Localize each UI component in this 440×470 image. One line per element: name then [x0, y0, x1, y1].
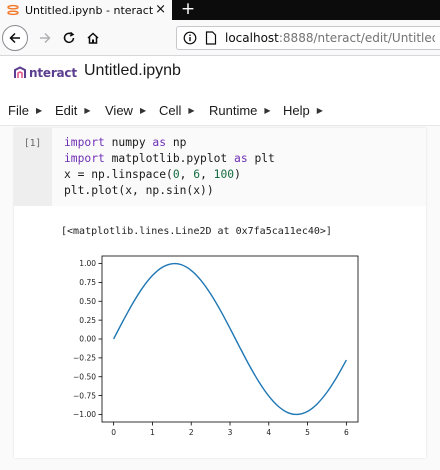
- code-keyword: as: [234, 152, 248, 165]
- jupyter-favicon-icon: [7, 4, 19, 16]
- y-tick-label: −0.50: [73, 372, 96, 381]
- code-line: import numpy as np: [64, 135, 275, 151]
- nteract-logo-icon: [14, 66, 26, 78]
- cell-prompt: [1]: [24, 138, 42, 149]
- code-token: matplotlib.pyplot: [104, 152, 235, 165]
- code-token: ,: [200, 168, 214, 181]
- y-tick-label: −0.25: [73, 354, 96, 363]
- code-line: x = np.linspace(0, 6, 100): [64, 167, 275, 183]
- nteract-logo[interactable]: nteract: [13, 66, 77, 80]
- forward-button[interactable]: [32, 25, 58, 51]
- code-token: x = np.linspace(: [64, 168, 173, 181]
- x-tick-label: 5: [305, 428, 310, 437]
- x-tick-label: 4: [266, 428, 271, 437]
- menu-edit[interactable]: Edit ▶: [55, 103, 91, 118]
- chevron-right-icon: ▶: [264, 106, 271, 115]
- forward-arrow-icon: [40, 32, 51, 44]
- menu-help[interactable]: Help ▶: [283, 103, 323, 118]
- code-token: numpy: [104, 136, 153, 149]
- code-token: np: [166, 136, 187, 149]
- url-bar[interactable]: localhost:8888/nteract/edit/Untitled.ipy…: [176, 26, 440, 50]
- y-tick-label: 0.50: [79, 297, 96, 306]
- new-tab-button[interactable]: +: [178, 0, 198, 20]
- chevron-right-icon: ▶: [316, 106, 323, 115]
- menu-view[interactable]: View ▶: [105, 103, 146, 118]
- code-line: plt.plot(x, np.sin(x)): [64, 183, 275, 199]
- menu-file[interactable]: File ▶: [8, 103, 42, 118]
- menu-cell[interactable]: Cell ▶: [159, 103, 195, 118]
- menu-runtime[interactable]: Runtime ▶: [209, 103, 271, 118]
- code-number: 100: [213, 168, 235, 181]
- x-tick-label: 2: [189, 428, 194, 437]
- back-button[interactable]: [2, 25, 28, 51]
- back-arrow-icon: [9, 32, 20, 44]
- logo-text: nteract: [29, 66, 77, 80]
- code-editor[interactable]: import numpy as np import matplotlib.pypl…: [64, 135, 275, 199]
- browser-tab[interactable]: Untitled.ipynb - nteract ×: [0, 0, 172, 20]
- code-token: ): [234, 168, 241, 181]
- reload-button[interactable]: [56, 25, 82, 51]
- y-tick-label: 0.00: [79, 335, 96, 344]
- y-tick-label: 0.25: [79, 316, 96, 325]
- chevron-right-icon: ▶: [84, 106, 91, 115]
- cell-output-text: [<matplotlib.lines.Line2D at 0x7fa5ca11e…: [61, 226, 332, 237]
- plot-frame: [101, 255, 359, 423]
- notebook-title[interactable]: Untitled.ipynb: [84, 62, 181, 80]
- browser-tab-bar: Untitled.ipynb - nteract × +: [0, 0, 440, 20]
- y-tick-label: 1.00: [79, 259, 96, 268]
- y-tick-label: −1.00: [73, 410, 96, 419]
- tab-close-icon[interactable]: ×: [155, 2, 166, 18]
- code-keyword: import: [64, 152, 105, 165]
- url-text: localhost:8888/nteract/edit/Untitled.ipy…: [225, 31, 435, 45]
- code-keyword: as: [152, 136, 167, 149]
- x-tick-label: 3: [228, 428, 233, 437]
- reload-icon: [63, 31, 75, 44]
- y-tick-label: 0.75: [79, 278, 96, 287]
- y-tick-label: −0.75: [73, 391, 96, 400]
- page-icon: [203, 30, 219, 46]
- browser-nav-bar: localhost:8888/nteract/edit/Untitled.ipy…: [0, 20, 440, 56]
- code-token: plt.plot(x, np.sin(x)): [64, 184, 214, 197]
- x-tick-label: 0: [111, 428, 116, 437]
- line-plot: 0 1 2 3 4 5 6 1.00 0.75 0.50 0.25 0.00 −0.25 −0.50 −0.…: [73, 255, 359, 437]
- code-number: 0: [172, 168, 180, 181]
- x-tick-label: 1: [150, 428, 155, 437]
- code-line: import matplotlib.pyplot as plt: [64, 151, 275, 167]
- tab-title: Untitled.ipynb - nteract: [25, 3, 154, 17]
- page-info-icon[interactable]: [182, 30, 198, 46]
- chevron-right-icon: ▶: [139, 106, 147, 115]
- chevron-right-icon: ▶: [188, 106, 195, 115]
- code-token: plt: [247, 152, 275, 165]
- chevron-right-icon: ▶: [35, 106, 43, 115]
- x-tick-label: 6: [344, 428, 349, 437]
- home-button[interactable]: [80, 25, 106, 51]
- code-token: ,: [179, 168, 194, 181]
- home-icon: [87, 32, 99, 44]
- code-keyword: import: [64, 136, 105, 149]
